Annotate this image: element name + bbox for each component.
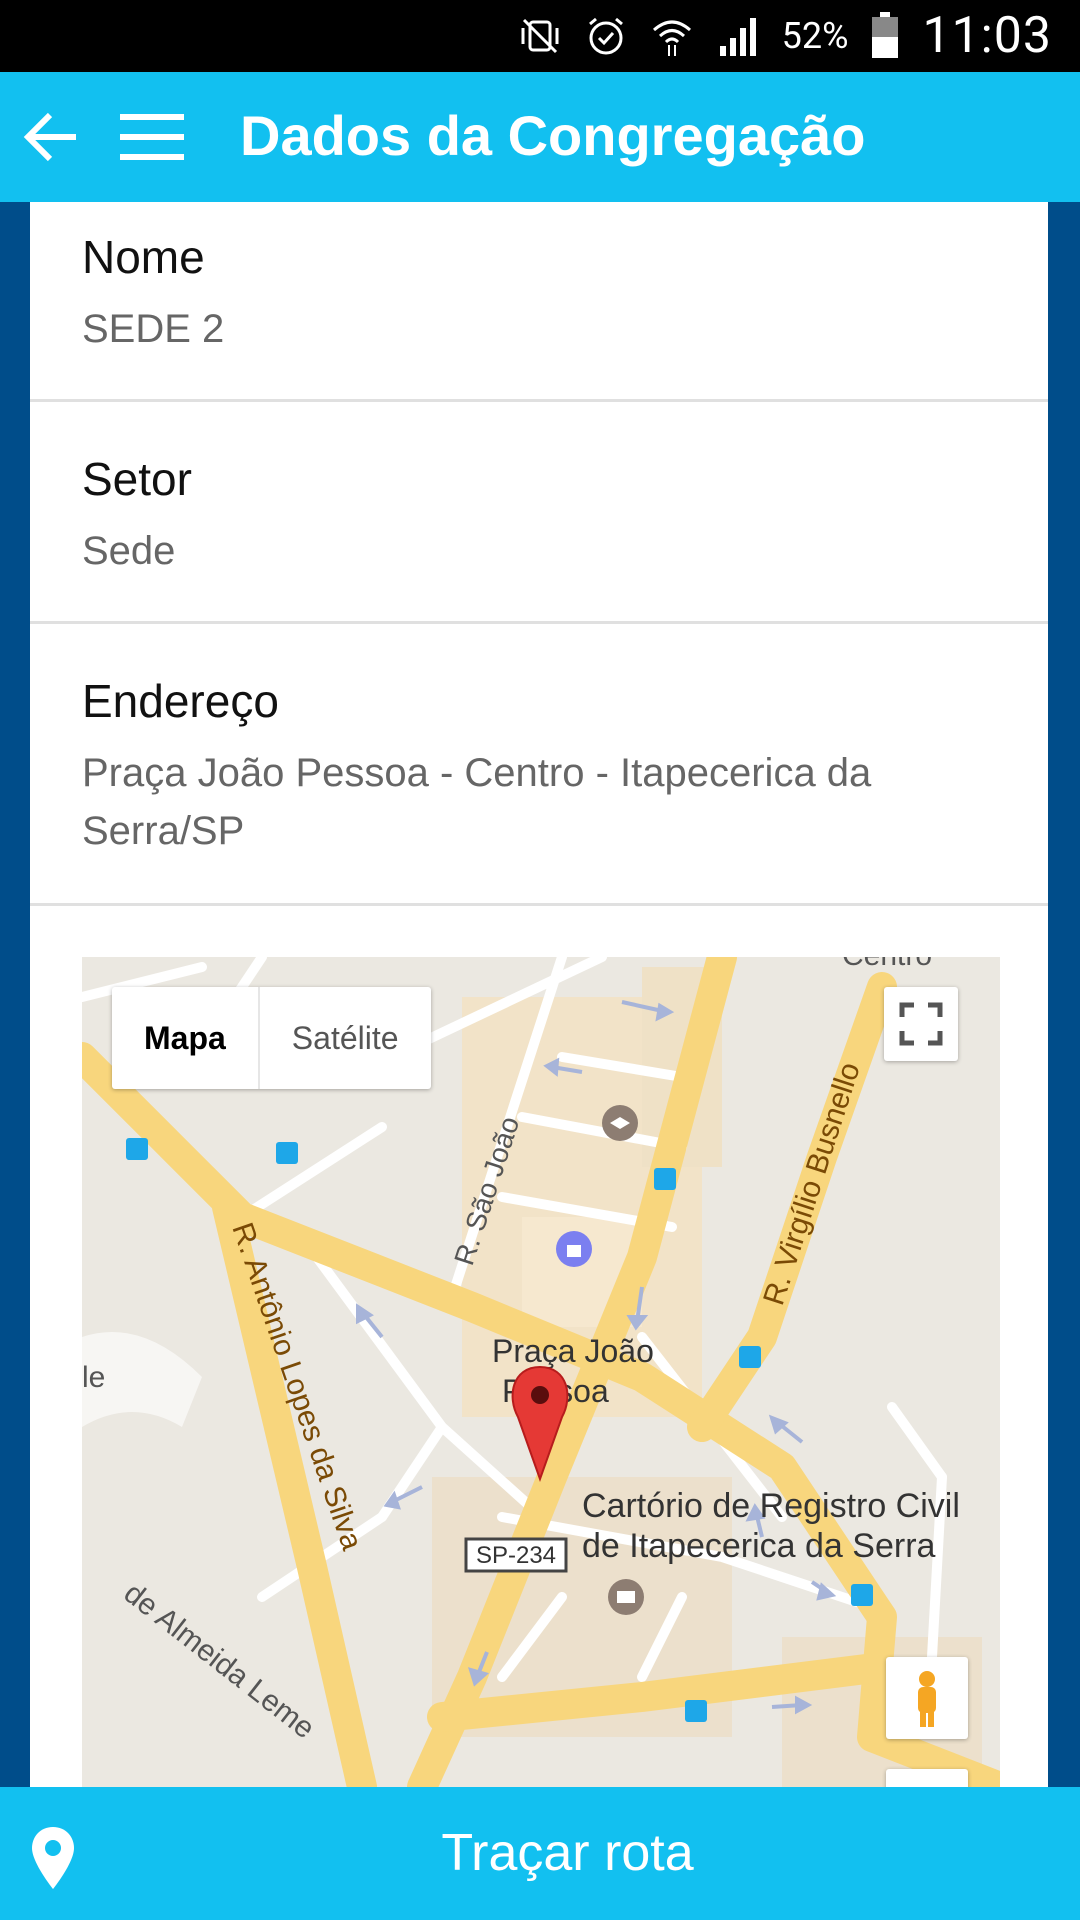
arrow-left-icon[interactable] — [20, 105, 84, 169]
place-label: Cartório de Registro Civil — [582, 1487, 960, 1525]
battery-icon — [872, 12, 899, 58]
map-type-satellite-button[interactable]: Satélite — [260, 987, 431, 1089]
detail-label: Setor — [82, 453, 192, 505]
wifi-icon — [652, 20, 691, 56]
map-type-map-button[interactable]: Mapa — [112, 987, 260, 1089]
signal-icon — [719, 18, 756, 56]
pegman-icon — [918, 1671, 936, 1727]
place-label: de Itapecerica da Serra — [582, 1527, 936, 1565]
detail-row-setor: Setor Sede — [30, 402, 1048, 624]
place-label: Centro — [842, 957, 932, 972]
detail-label: Nome — [82, 231, 205, 283]
detail-value: Sede — [82, 529, 176, 573]
details-card: Nome SEDE 2 Setor Sede Endereço Praça Jo… — [30, 202, 1048, 1787]
fullscreen-icon — [899, 1002, 943, 1046]
fullscreen-button[interactable] — [884, 987, 958, 1061]
mute-vibrate-icon — [521, 18, 559, 54]
detail-value: Praça João Pessoa - Centro - Itapecerica… — [82, 751, 872, 853]
place-label: le — [82, 1361, 105, 1394]
hamburger-menu-icon[interactable] — [120, 112, 184, 162]
route-button[interactable]: Traçar rota — [0, 1787, 1080, 1920]
page-title: Dados da Congregação — [240, 104, 866, 167]
alarm-icon — [588, 17, 623, 55]
app-bar: Dados da Congregação — [0, 72, 1080, 202]
clock: 11:03 — [922, 7, 1052, 65]
route-button-label: Traçar rota — [441, 1824, 694, 1882]
detail-value: SEDE 2 — [82, 307, 225, 351]
battery-percent: 52% — [781, 15, 849, 57]
street-label: R. Virgílio Busnello — [757, 1058, 867, 1309]
map-type-toggle: Mapa Satélite — [112, 987, 431, 1089]
detail-row-nome: Nome SEDE 2 — [30, 202, 1048, 402]
place-label: Praça João — [492, 1333, 654, 1369]
detail-label: Endereço — [82, 675, 279, 727]
status-bar: 52% 11:03 — [0, 0, 1080, 72]
detail-row-endereco: Endereço Praça João Pessoa - Centro - It… — [30, 624, 1048, 906]
street-view-button[interactable] — [886, 1657, 968, 1739]
map-view[interactable]: SP-234 R. Antônio Lopes da Silva R. São … — [82, 957, 1000, 1787]
street-label: de Almeida Leme — [118, 1577, 321, 1746]
route-label: SP-234 — [476, 1542, 556, 1569]
zoom-control[interactable] — [886, 1769, 968, 1787]
